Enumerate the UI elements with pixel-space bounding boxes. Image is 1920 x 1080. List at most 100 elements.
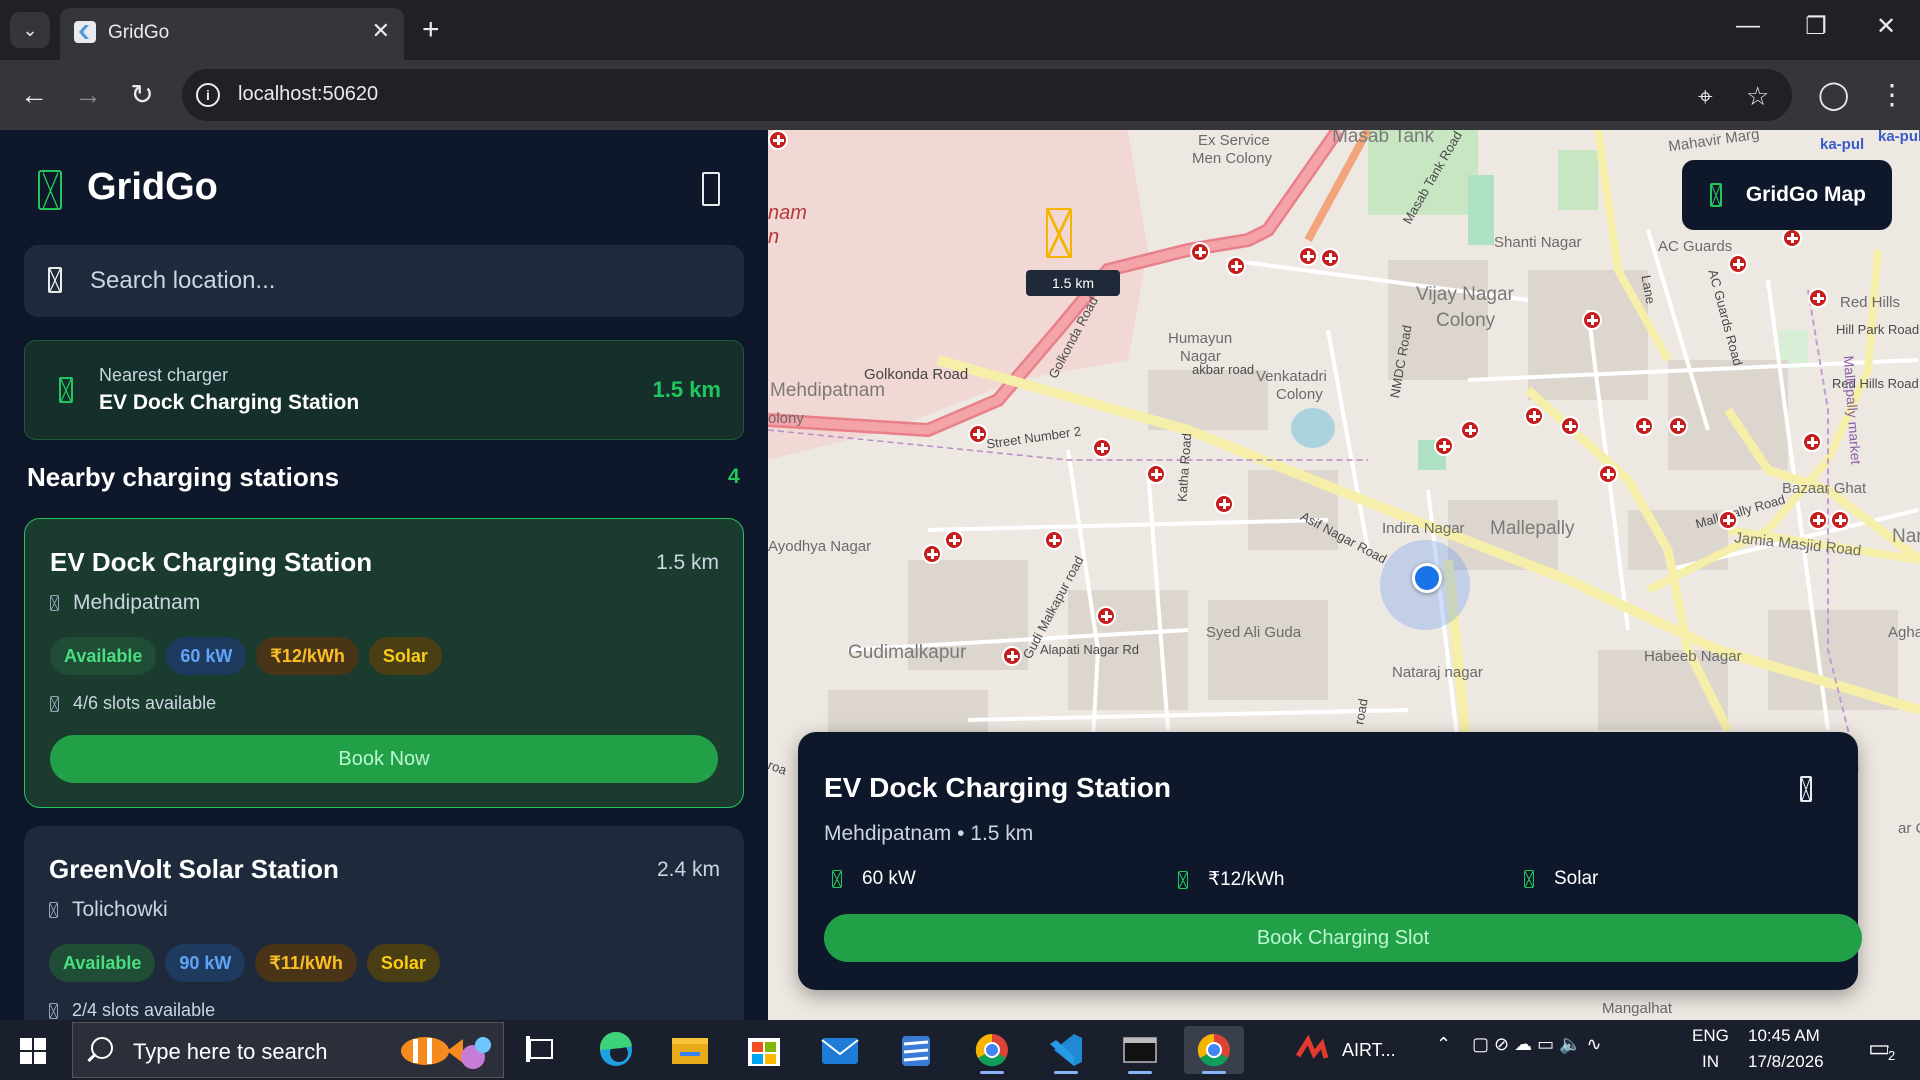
poi-marker[interactable] [1728, 254, 1748, 274]
map-label: Gudimalkapur [848, 642, 967, 663]
poi-marker[interactable] [968, 424, 988, 444]
tab-search-button[interactable]: ⌄ [10, 12, 50, 48]
tray-icons[interactable]: ▢ ⊘ ☁ ▭ 🔈 ∿ [1472, 1034, 1602, 1055]
vscode-icon[interactable] [1036, 1026, 1096, 1074]
minimize-button[interactable]: — [1728, 12, 1768, 40]
poi-marker[interactable] [1044, 530, 1064, 550]
url-text[interactable]: localhost:50620 [238, 83, 378, 106]
popup-power: 60 kW [832, 868, 916, 890]
map-view[interactable]: Ex Service Men Colony Masab Tank Masab T… [768, 130, 1920, 1020]
clock-time[interactable]: 10:45 AM [1748, 1026, 1820, 1046]
nearest-charger-card[interactable]: Nearest charger EV Dock Charging Station… [24, 340, 744, 440]
map-label: Colony [1436, 310, 1496, 331]
station-pin-icon[interactable] [1046, 208, 1072, 258]
running-indicator [980, 1071, 1004, 1074]
new-tab-button[interactable]: + [422, 12, 440, 48]
file-explorer-icon[interactable] [660, 1026, 720, 1074]
microsoft-store-icon[interactable] [734, 1026, 794, 1074]
poi-marker[interactable] [922, 544, 942, 564]
poi-marker[interactable] [1634, 416, 1654, 436]
map-label: nam [768, 202, 807, 224]
address-bar[interactable]: i localhost:50620 ⌖ ☆ [182, 69, 1792, 121]
book-charging-slot-button[interactable]: Book Charging Slot [824, 914, 1862, 962]
poi-marker[interactable] [1434, 436, 1454, 456]
location-icon[interactable]: ⌖ [1698, 81, 1713, 113]
terminal-icon[interactable] [1110, 1026, 1170, 1074]
slots-info: 2/4 slots available [49, 1000, 215, 1020]
running-indicator [1054, 1071, 1078, 1074]
station-card[interactable]: GreenVolt Solar Station 2.4 km Tolichowk… [24, 826, 744, 1020]
poi-marker[interactable] [1298, 246, 1318, 266]
poi-marker[interactable] [944, 530, 964, 550]
poi-marker[interactable] [1668, 416, 1688, 436]
poi-marker[interactable] [1802, 432, 1822, 452]
close-tab-icon[interactable]: ✕ [372, 18, 390, 44]
task-view-icon[interactable] [510, 1026, 570, 1074]
app-title: GridGo [87, 166, 218, 208]
poi-marker[interactable] [1320, 248, 1340, 268]
reload-icon[interactable]: ↻ [124, 78, 160, 112]
map-label: Mangalhat [1602, 1000, 1673, 1017]
language-bottom[interactable]: IN [1702, 1052, 1719, 1072]
close-window-button[interactable]: ✕ [1866, 12, 1906, 41]
chrome-active-icon[interactable] [1184, 1026, 1244, 1074]
mail-icon[interactable] [810, 1026, 870, 1074]
map-label: n [768, 226, 780, 248]
poi-marker[interactable] [1214, 494, 1234, 514]
station-card[interactable]: EV Dock Charging Station 1.5 km Mehdipat… [24, 518, 744, 808]
taskbar-search[interactable]: Type here to search [72, 1022, 504, 1078]
poi-marker[interactable] [1226, 256, 1246, 276]
kebab-menu-icon[interactable]: ⋮ [1878, 80, 1906, 110]
browser-tab[interactable]: GridGo ✕ [60, 8, 404, 60]
map-label: Habeeb Nagar [1644, 648, 1742, 665]
map-label: Indira Nagar [1382, 520, 1465, 537]
restore-button[interactable]: ❐ [1796, 12, 1836, 41]
forward-icon[interactable]: → [70, 78, 106, 112]
network-app[interactable]: AIRT... [1286, 1026, 1416, 1074]
poi-marker[interactable] [1782, 228, 1802, 248]
popup-station-name: EV Dock Charging Station [824, 772, 1171, 803]
poi-marker[interactable] [1146, 464, 1166, 484]
chevron-up-icon[interactable]: ⌃ [1436, 1034, 1451, 1055]
app-icon[interactable] [886, 1026, 946, 1074]
language-top[interactable]: ENG [1692, 1026, 1729, 1046]
poi-marker[interactable] [1002, 646, 1022, 666]
browser-tab-strip: ⌄ GridGo ✕ + — ❐ ✕ [0, 0, 1920, 60]
poi-marker[interactable] [1808, 288, 1828, 308]
poi-marker[interactable] [1460, 420, 1480, 440]
station-chips: Available 90 kW ₹11/kWh Solar [49, 944, 440, 982]
station-distance: 1.5 km [655, 551, 719, 574]
profile-icon[interactable]: ◯ [1818, 80, 1849, 110]
poi-marker[interactable] [1524, 406, 1544, 426]
info-icon[interactable]: i [196, 83, 220, 107]
theme-toggle-icon[interactable] [702, 172, 720, 206]
poi-marker[interactable] [1808, 510, 1828, 530]
edge-icon[interactable] [586, 1026, 646, 1074]
poi-marker[interactable] [1830, 510, 1850, 530]
nearest-distance: 1.5 km [652, 377, 722, 402]
poi-marker[interactable] [1560, 416, 1580, 436]
search-input[interactable] [90, 259, 710, 303]
windows-start-icon[interactable] [20, 1038, 46, 1064]
poi-marker[interactable] [1582, 310, 1602, 330]
clock-date[interactable]: 17/8/2026 [1748, 1052, 1824, 1072]
map-label: Bazaar Ghat [1782, 480, 1867, 497]
poi-marker[interactable] [1598, 464, 1618, 484]
poi-marker[interactable] [1190, 242, 1210, 262]
popup-source: Solar [1524, 868, 1598, 890]
running-indicator [1202, 1071, 1226, 1074]
poi-marker[interactable] [1096, 606, 1116, 626]
book-now-button[interactable]: Book Now [50, 735, 718, 783]
back-icon[interactable]: ← [16, 78, 52, 112]
chrome-icon[interactable] [962, 1026, 1022, 1074]
section-title: Nearby charging stations [27, 462, 340, 492]
poi-marker[interactable] [1718, 510, 1738, 530]
energy-source-badge: Solar [368, 637, 442, 675]
poi-marker[interactable] [768, 130, 788, 150]
poi-marker[interactable] [1092, 438, 1112, 458]
star-icon[interactable]: ☆ [1746, 81, 1769, 112]
search-highlight-icon [401, 1037, 491, 1069]
close-popup-icon[interactable] [1800, 776, 1812, 802]
map-label: Alapati Nagar Rd [1040, 642, 1139, 657]
search-bar[interactable] [24, 245, 744, 317]
